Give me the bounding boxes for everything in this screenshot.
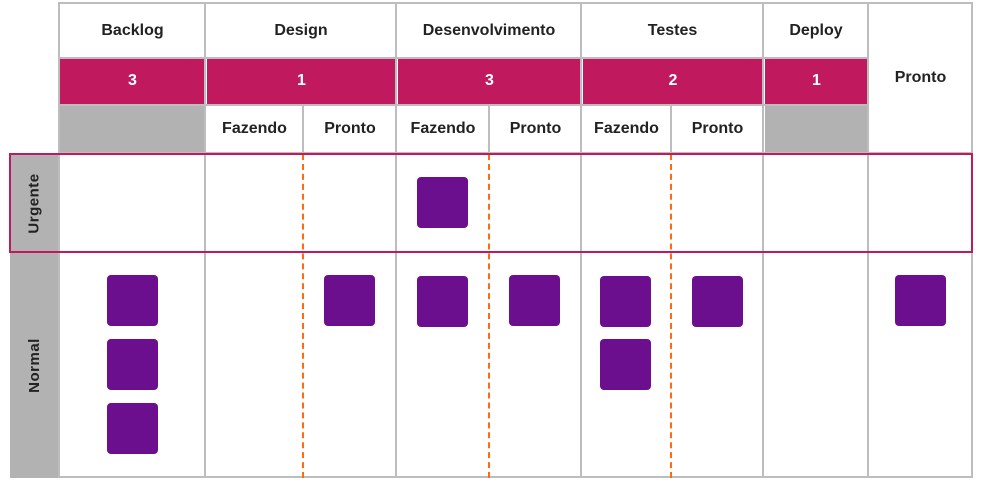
column-title-pronto: Pronto xyxy=(894,69,947,86)
lane-label-normal-text: Normal xyxy=(25,338,43,393)
wip-limit-deploy: 1 xyxy=(765,58,868,104)
subheader-design-fazendo: Fazendo xyxy=(222,119,287,137)
subdivider-dev-header xyxy=(488,104,490,153)
subheader-backlog-empty xyxy=(60,105,205,152)
card-design-pronto[interactable] xyxy=(324,275,375,326)
card-dev-fazendo[interactable] xyxy=(417,276,468,327)
card-testes-fazendo-1[interactable] xyxy=(600,276,651,327)
card-backlog-3[interactable] xyxy=(107,403,158,454)
column-title-testes: Testes xyxy=(647,21,698,39)
subheader-deploy-empty xyxy=(765,105,868,152)
wip-limit-backlog: 3 xyxy=(60,58,205,104)
subheader-dev-pronto: Pronto xyxy=(509,119,562,137)
hline-under-wip xyxy=(58,104,868,106)
subheader-design-pronto: Pronto xyxy=(324,119,376,137)
urgent-lane-frame xyxy=(9,153,973,253)
column-title-backlog: Backlog xyxy=(101,21,164,39)
wip-limit-testes: 2 xyxy=(583,58,763,104)
subdivider-design-header xyxy=(302,104,304,153)
card-pronto[interactable] xyxy=(895,275,946,326)
lane-label-normal: Normal xyxy=(10,253,58,478)
subheader-testes-pronto: Pronto xyxy=(691,119,744,137)
card-testes-fazendo-2[interactable] xyxy=(600,339,651,390)
card-urgent-dev-fazendo[interactable] xyxy=(417,177,468,228)
wip-limit-desenvolvimento: 3 xyxy=(398,58,581,104)
card-backlog-2[interactable] xyxy=(107,339,158,390)
column-title-deploy: Deploy xyxy=(789,21,843,39)
subheader-testes-fazendo: Fazendo xyxy=(594,119,659,137)
subdivider-testes-header xyxy=(670,104,672,153)
hline-under-titles xyxy=(58,57,868,59)
column-title-design: Design xyxy=(274,21,328,39)
card-backlog-1[interactable] xyxy=(107,275,158,326)
wip-limit-design: 1 xyxy=(207,58,396,104)
card-dev-pronto[interactable] xyxy=(509,275,560,326)
subheader-dev-fazendo: Fazendo xyxy=(410,119,476,137)
card-testes-pronto[interactable] xyxy=(692,276,743,327)
column-title-desenvolvimento: Desenvolvimento xyxy=(422,21,556,39)
